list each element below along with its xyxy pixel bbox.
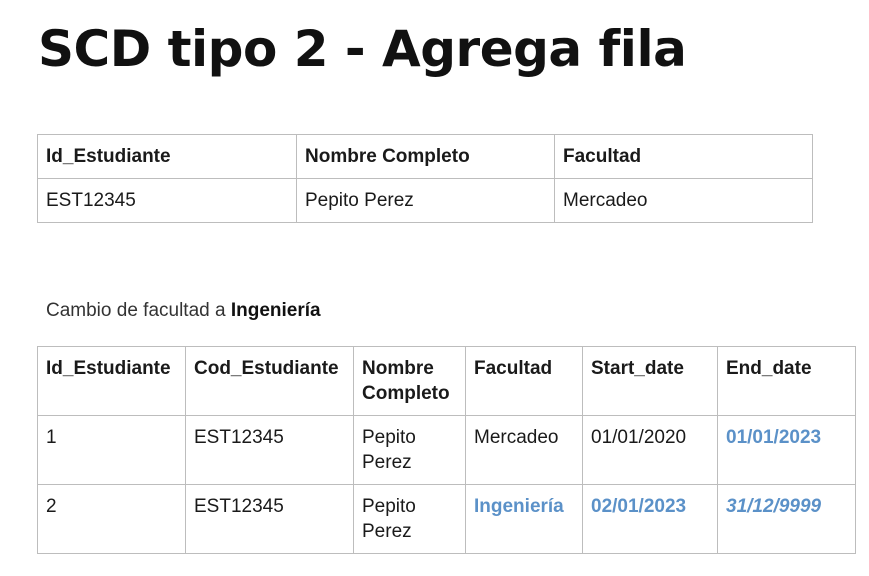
header-nombre-completo: Nombre Completo: [353, 346, 466, 416]
history-table: Id_Estudiante Cod_Estudiante Nombre Comp…: [37, 346, 856, 554]
cell-cod-estudiante: EST12345: [185, 415, 354, 485]
cell-facultad-highlight: Ingeniería: [465, 484, 583, 554]
cell-start-date: 01/01/2020: [582, 415, 718, 485]
change-caption: Cambio de facultad a Ingeniería: [46, 300, 321, 322]
table-row: 2 EST12345 Pepito Perez Ingeniería 02/01…: [37, 484, 856, 554]
cell-cod-estudiante: EST12345: [185, 484, 354, 554]
header-cod-estudiante: Cod_Estudiante: [185, 346, 354, 416]
caption-emphasis: Ingeniería: [230, 300, 321, 321]
student-table: Id_Estudiante Nombre Completo Facultad E…: [37, 134, 813, 223]
header-start-date: Start_date: [582, 346, 718, 416]
cell-start-date-highlight: 02/01/2023: [582, 484, 718, 554]
cell-nombre-completo: Pepito Perez: [296, 178, 555, 223]
cell-facultad: Mercadeo: [465, 415, 583, 485]
cell-id: 2: [37, 484, 186, 554]
caption-text: Cambio de facultad a: [46, 300, 231, 321]
header-nombre-completo: Nombre Completo: [296, 134, 555, 179]
cell-end-date-highlight: 01/01/2023: [717, 415, 856, 485]
header-id-estudiante: Id_Estudiante: [37, 346, 186, 416]
cell-end-date-highlight: 31/12/9999: [717, 484, 856, 554]
header-end-date: End_date: [717, 346, 856, 416]
header-facultad: Facultad: [465, 346, 583, 416]
cell-id: 1: [37, 415, 186, 485]
table-row: EST12345 Pepito Perez Mercadeo: [37, 178, 813, 223]
header-facultad: Facultad: [554, 134, 813, 179]
cell-facultad: Mercadeo: [554, 178, 813, 223]
page-title: SCD tipo 2 - Agrega fila: [38, 20, 687, 78]
table-row: 1 EST12345 Pepito Perez Mercadeo 01/01/2…: [37, 415, 856, 485]
header-id-estudiante: Id_Estudiante: [37, 134, 297, 179]
table-header-row: Id_Estudiante Cod_Estudiante Nombre Comp…: [37, 346, 856, 416]
cell-nombre: Pepito Perez: [353, 484, 466, 554]
cell-nombre: Pepito Perez: [353, 415, 466, 485]
table-header-row: Id_Estudiante Nombre Completo Facultad: [37, 134, 813, 179]
cell-id-estudiante: EST12345: [37, 178, 297, 223]
